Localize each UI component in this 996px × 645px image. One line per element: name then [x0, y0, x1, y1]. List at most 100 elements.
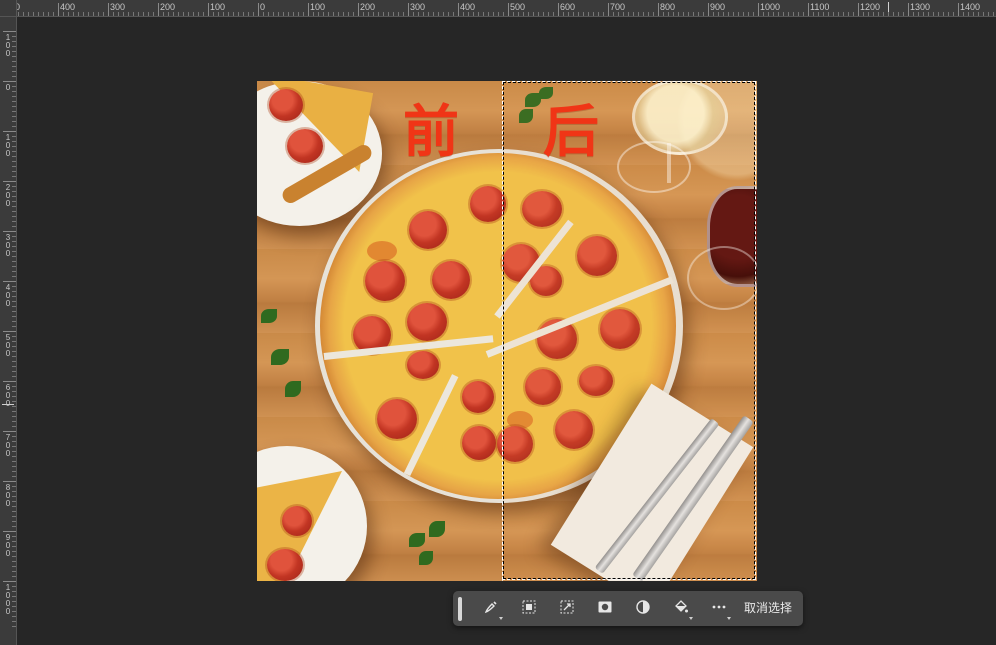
- ruler-minor-tick: [288, 12, 289, 16]
- ruler-minor-tick: [12, 441, 16, 442]
- create-mask-button[interactable]: [586, 591, 624, 626]
- ruler-minor-tick: [853, 12, 854, 16]
- ruler-minor-tick: [743, 12, 744, 16]
- ruler-minor-tick: [943, 12, 944, 16]
- ruler-minor-tick: [248, 12, 249, 16]
- ruler-minor-tick: [328, 12, 329, 16]
- ruler-tick-label: 1200: [860, 2, 881, 12]
- ruler-minor-tick: [83, 12, 84, 16]
- ruler-minor-tick: [12, 526, 16, 527]
- ruler-minor-tick: [12, 611, 16, 612]
- ruler-minor-tick: [48, 12, 49, 16]
- pepperoni: [269, 89, 303, 121]
- ruler-minor-tick: [53, 12, 54, 16]
- ruler-minor-tick: [723, 12, 724, 16]
- ruler-minor-tick: [12, 276, 16, 277]
- ruler-minor-tick: [12, 361, 16, 362]
- ruler-minor-tick: [578, 12, 579, 16]
- parsley: [409, 533, 425, 547]
- ruler-minor-tick: [12, 86, 16, 87]
- ruler-minor-tick: [263, 12, 264, 16]
- ruler-minor-tick: [973, 12, 974, 16]
- modify-selection-brush-button[interactable]: [472, 591, 510, 626]
- ruler-minor-tick: [12, 211, 16, 212]
- ruler-minor-tick: [12, 616, 16, 617]
- ruler-minor-tick: [12, 136, 16, 137]
- ruler-minor-tick: [543, 12, 544, 16]
- ruler-minor-tick: [12, 396, 16, 397]
- transform-selection-button[interactable]: [548, 591, 586, 626]
- ruler-minor-tick: [428, 12, 429, 16]
- pepperoni: [407, 351, 439, 379]
- ruler-minor-tick: [948, 12, 949, 16]
- ruler-minor-tick: [988, 12, 989, 16]
- ruler-minor-tick: [12, 541, 16, 542]
- ruler-minor-tick: [878, 12, 879, 16]
- vertical-ruler[interactable]: 100 0 100 200 300 400 500 600 700 800 900 1000: [0, 17, 17, 645]
- ruler-minor-tick: [12, 566, 16, 567]
- ruler-minor-tick: [633, 12, 634, 16]
- ruler-minor-tick: [603, 12, 604, 16]
- ruler-tick-label: 500: [510, 2, 526, 12]
- ruler-minor-tick: [12, 216, 16, 217]
- ruler-minor-tick: [778, 12, 779, 16]
- ruler-minor-tick: [653, 12, 654, 16]
- ruler-minor-tick: [38, 12, 39, 16]
- ruler-minor-tick: [12, 121, 16, 122]
- ruler-minor-tick: [12, 201, 16, 202]
- ruler-minor-tick: [12, 401, 16, 402]
- pepperoni: [407, 303, 447, 341]
- dropdown-caret-icon: [689, 617, 693, 620]
- ruler-major-tick: [158, 3, 159, 16]
- select-subject-button[interactable]: [510, 591, 548, 626]
- ruler-minor-tick: [12, 411, 16, 412]
- ruler-minor-tick: [773, 12, 774, 16]
- deselect-button[interactable]: 取消选择: [738, 591, 802, 626]
- fill-selection-button[interactable]: [662, 591, 700, 626]
- ruler-minor-tick: [938, 12, 939, 16]
- ruler-major-tick: [658, 3, 659, 16]
- ruler-minor-tick: [12, 206, 16, 207]
- ruler-minor-tick: [12, 421, 16, 422]
- ruler-minor-tick: [793, 12, 794, 16]
- ruler-minor-tick: [423, 12, 424, 16]
- ruler-minor-tick: [12, 166, 16, 167]
- ruler-minor-tick: [88, 12, 89, 16]
- ruler-major-tick: [3, 331, 16, 332]
- ruler-minor-tick: [12, 56, 16, 57]
- ruler-minor-tick: [928, 12, 929, 16]
- ruler-minor-tick: [12, 51, 16, 52]
- ruler-minor-tick: [673, 12, 674, 16]
- ruler-tick-label: 1400: [960, 2, 981, 12]
- ruler-minor-tick: [12, 186, 16, 187]
- taskbar-drag-handle[interactable]: [458, 596, 462, 621]
- ruler-minor-tick: [803, 12, 804, 16]
- horizontal-ruler[interactable]: 0040030020010001002003004005006007008009…: [0, 0, 996, 17]
- parsley: [419, 551, 433, 565]
- after-half-overlay: [502, 81, 757, 581]
- ruler-minor-tick: [193, 12, 194, 16]
- ruler-minor-tick: [583, 12, 584, 16]
- ruler-minor-tick: [338, 12, 339, 16]
- ruler-minor-tick: [12, 291, 16, 292]
- ruler-minor-tick: [738, 12, 739, 16]
- ruler-minor-tick: [63, 12, 64, 16]
- ruler-minor-tick: [12, 296, 16, 297]
- document-canvas[interactable]: 前 后: [257, 81, 757, 581]
- ruler-minor-tick: [12, 356, 16, 357]
- ruler-minor-tick: [903, 12, 904, 16]
- ruler-minor-tick: [12, 351, 16, 352]
- ruler-tick-label: 1000: [760, 2, 781, 12]
- ruler-minor-tick: [12, 161, 16, 162]
- more-options-button[interactable]: [700, 591, 738, 626]
- adjustment-layer-button[interactable]: [624, 591, 662, 626]
- ruler-minor-tick: [12, 41, 16, 42]
- ruler-minor-tick: [398, 12, 399, 16]
- ruler-minor-tick: [588, 12, 589, 16]
- ruler-minor-tick: [178, 12, 179, 16]
- ruler-minor-tick: [12, 511, 16, 512]
- ruler-tick-label: 1100: [810, 2, 830, 12]
- ruler-minor-tick: [12, 491, 16, 492]
- ruler-minor-tick: [478, 12, 479, 16]
- ruler-minor-tick: [728, 12, 729, 16]
